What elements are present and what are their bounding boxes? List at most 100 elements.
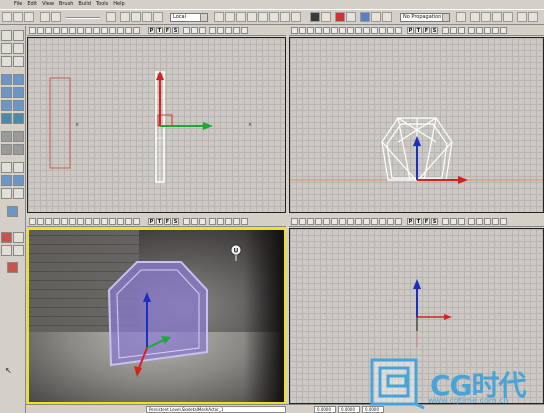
wireframe-icon[interactable]: [355, 27, 362, 34]
game-view-icon[interactable]: [69, 27, 76, 34]
viewport-canvas[interactable]: U: [27, 228, 286, 404]
show-flags-icon[interactable]: [315, 218, 322, 225]
viewport-option-icon[interactable]: [476, 27, 483, 34]
viewport-option-icon[interactable]: [199, 27, 206, 34]
front-button[interactable]: F: [423, 27, 430, 34]
detail-lighting-icon[interactable]: [379, 218, 386, 225]
top-button[interactable]: T: [415, 218, 422, 225]
viewport-option-icon[interactable]: [225, 218, 232, 225]
lit-icon[interactable]: [371, 27, 378, 34]
grid-view-icon[interactable]: [339, 218, 346, 225]
lighting-only-icon[interactable]: [387, 27, 394, 34]
show-flags-icon[interactable]: [315, 27, 322, 34]
realtime-icon[interactable]: [307, 27, 314, 34]
cone-brush-icon[interactable]: [13, 74, 24, 85]
mesh-paint-icon[interactable]: [1, 56, 12, 67]
viewport-option-icon[interactable]: [191, 218, 198, 225]
light-complexity-icon[interactable]: [133, 27, 140, 34]
viewport-option-icon[interactable]: [468, 218, 475, 225]
camera-mode-icon[interactable]: [1, 30, 12, 41]
unlit-icon[interactable]: [363, 27, 370, 34]
options-icon[interactable]: [13, 245, 24, 256]
menu-edit[interactable]: Edit: [27, 0, 37, 8]
viewport-option-icon[interactable]: [442, 218, 449, 225]
brush-wire-icon[interactable]: [347, 218, 354, 225]
camera-icon[interactable]: [236, 12, 246, 22]
coord-y-field[interactable]: 0.0000: [338, 406, 360, 413]
detail-lighting-icon[interactable]: [379, 27, 386, 34]
viewport-perspective[interactable]: P T F S U: [27, 217, 286, 404]
lock-view-icon[interactable]: [61, 27, 68, 34]
show-all-icon[interactable]: [1, 188, 12, 199]
volumetric-brush-icon[interactable]: [1, 113, 12, 124]
coord-x-field[interactable]: 0.0000: [314, 406, 336, 413]
viewport-type-icon[interactable]: [37, 27, 44, 34]
undo-icon[interactable]: [40, 12, 50, 22]
geometry-mode-icon[interactable]: [13, 30, 24, 41]
kismet-icon[interactable]: [346, 12, 356, 22]
alert-icon[interactable]: [7, 262, 18, 273]
light-complexity-icon[interactable]: [395, 27, 402, 34]
grid-view-icon[interactable]: [339, 27, 346, 34]
filter-icon[interactable]: [1, 245, 12, 256]
viewport-option-icon[interactable]: [500, 27, 507, 34]
csg-subtract-icon[interactable]: [13, 131, 24, 142]
wireframe-icon[interactable]: [93, 27, 100, 34]
realtime-icon[interactable]: [307, 218, 314, 225]
viewport-option-icon[interactable]: [217, 218, 224, 225]
viewport-option-icon[interactable]: [458, 27, 465, 34]
sheet-brush-icon[interactable]: [13, 113, 24, 124]
add-volume-icon[interactable]: [1, 162, 12, 173]
terrain-mode-icon[interactable]: [1, 43, 12, 54]
viewport-option-icon[interactable]: [241, 27, 248, 34]
unlit-icon[interactable]: [363, 218, 370, 225]
add-special-icon[interactable]: [13, 162, 24, 173]
window-icon[interactable]: [492, 12, 502, 22]
window-icon[interactable]: [503, 12, 513, 22]
menu-build[interactable]: Build: [78, 0, 91, 8]
brush-wire-icon[interactable]: [85, 218, 92, 225]
open-icon[interactable]: [13, 12, 23, 22]
menu-tools[interactable]: Tools: [96, 0, 108, 8]
select-icon[interactable]: [1, 175, 12, 186]
light-icon[interactable]: [280, 12, 290, 22]
console-icon[interactable]: [371, 12, 381, 22]
viewport-option-icon[interactable]: [225, 27, 232, 34]
csg-intersect-icon[interactable]: [1, 144, 12, 155]
viewport-option-icon[interactable]: [191, 27, 198, 34]
viewport-menu-icon[interactable]: [29, 27, 36, 34]
detail-lighting-icon[interactable]: [117, 218, 124, 225]
paths-icon[interactable]: [291, 12, 301, 22]
new-icon[interactable]: [2, 12, 12, 22]
viewport-option-icon[interactable]: [233, 218, 240, 225]
csg-add-icon[interactable]: [1, 131, 12, 142]
settings-icon[interactable]: [382, 12, 392, 22]
side-button[interactable]: S: [172, 27, 179, 34]
snap-icon[interactable]: [214, 12, 224, 22]
window-icon[interactable]: [528, 12, 538, 22]
unlit-icon[interactable]: [101, 27, 108, 34]
viewport-option-icon[interactable]: [450, 218, 457, 225]
slider-track[interactable]: [66, 17, 100, 19]
search-icon[interactable]: [106, 12, 116, 22]
matinee-icon[interactable]: [360, 12, 370, 22]
wireframe-icon[interactable]: [93, 218, 100, 225]
window-icon[interactable]: [481, 12, 491, 22]
build-icon[interactable]: [269, 12, 279, 22]
front-button[interactable]: F: [423, 218, 430, 225]
viewport-front[interactable]: P T F S: [289, 26, 544, 213]
viewport-option-icon[interactable]: [450, 27, 457, 34]
lock-view-icon[interactable]: [323, 27, 330, 34]
viewport-option-icon[interactable]: [476, 218, 483, 225]
viewport-option-icon[interactable]: [492, 27, 499, 34]
viewport-option-icon[interactable]: [442, 27, 449, 34]
lock-view-icon[interactable]: [323, 218, 330, 225]
viewport-option-icon[interactable]: [183, 218, 190, 225]
menu-view[interactable]: View: [42, 0, 54, 8]
menu-brush[interactable]: Brush: [59, 0, 73, 8]
game-view-icon[interactable]: [69, 218, 76, 225]
viewport-canvas[interactable]: × ×: [27, 37, 286, 213]
record-icon[interactable]: [335, 12, 345, 22]
menu-help[interactable]: Help: [113, 0, 124, 8]
move-icon[interactable]: [120, 12, 130, 22]
